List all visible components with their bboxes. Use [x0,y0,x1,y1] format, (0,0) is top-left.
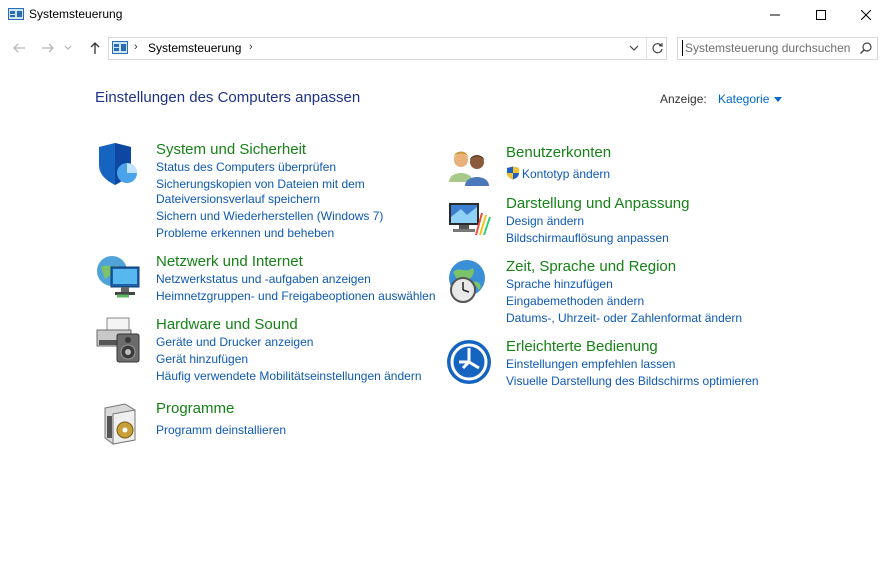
close-icon [861,10,871,20]
category-link[interactable]: Geräte und Drucker anzeigen [156,334,313,350]
arrow-up-icon [90,42,100,54]
view-by-label: Anzeige: [660,92,707,106]
minimize-icon [770,14,780,16]
category-link[interactable]: Einstellungen empfehlen lassen [506,356,675,372]
globe-clock-icon[interactable] [445,258,493,306]
category-link[interactable]: Design ändern [506,213,584,229]
category-title[interactable]: System und Sicherheit [156,141,306,158]
display-palette-icon[interactable] [445,195,493,243]
category-link[interactable]: Netzwerkstatus und -aufgaben anzeigen [156,271,371,287]
category-link[interactable]: Sicherungskopien von Dateien mit dem [156,176,365,192]
shield-icon[interactable] [95,141,143,189]
uac-shield-icon [507,166,519,180]
category-link[interactable]: Gerät hinzufügen [156,351,248,367]
category-link[interactable]: Eingabemethoden ändern [506,293,644,309]
category-title[interactable]: Hardware und Sound [156,316,298,333]
category-link[interactable]: Probleme erkennen und beheben [156,225,334,241]
category-title[interactable]: Darstellung und Anpassung [506,195,689,212]
refresh-button[interactable] [646,38,667,59]
printer-speaker-icon[interactable] [95,316,143,364]
page-title: Einstellungen des Computers anpassen [95,89,361,106]
category-link[interactable]: Sichern und Wiederherstellen (Windows 7) [156,208,383,224]
category-title[interactable]: Zeit, Sprache und Region [506,258,676,275]
up-button[interactable] [85,38,105,58]
category-link[interactable]: Heimnetzgruppen- und Freigabeoptionen au… [156,288,436,304]
category-title[interactable]: Programme [156,400,234,417]
refresh-icon [651,43,663,54]
category-ease-of-access: Erleichterte Bedienung Einstellungen emp… [445,338,845,390]
maximize-icon [816,10,826,20]
programs-box-icon[interactable] [95,400,143,448]
address-bar[interactable]: › Systemsteuerung › [108,37,667,60]
category-link[interactable]: Visuelle Darstellung des Bildschirms opt… [506,373,759,389]
category-link[interactable]: Programm deinstallieren [156,422,286,438]
close-button[interactable] [843,0,889,30]
category-link[interactable]: Kontotyp ändern [522,166,610,182]
maximize-button[interactable] [798,0,844,30]
search-icon[interactable] [859,41,873,55]
search-box[interactable] [677,37,878,60]
ease-of-access-icon[interactable] [445,338,493,386]
category-link[interactable]: Dateiversionsverlauf speichern [156,191,320,207]
category-link[interactable]: Sprache hinzufügen [506,276,613,292]
breadcrumb-separator-icon[interactable]: › [249,41,253,53]
category-network-internet: Netzwerk und Internet Netzwerkstatus und… [95,253,445,305]
arrow-left-icon [13,43,25,53]
category-system-security: System und Sicherheit Status des Compute… [95,141,445,241]
category-title[interactable]: Erleichterte Bedienung [506,338,658,355]
category-link[interactable]: Häufig verwendete Mobilitätseinstellunge… [156,368,422,384]
control-panel-icon [112,41,128,54]
recent-locations-button[interactable] [62,38,74,58]
network-globe-icon[interactable] [95,253,143,301]
category-hardware-sound: Hardware und Sound Geräte und Drucker an… [95,316,445,386]
view-by-value[interactable]: Kategorie [718,92,769,106]
category-link[interactable]: Status des Computers überprüfen [156,159,336,175]
control-panel-icon [8,8,24,20]
category-clock-language-region: Zeit, Sprache und Region Sprache hinzufü… [445,258,845,328]
category-programs: Programme Programm deinstallieren [95,400,445,448]
caret-down-icon [774,97,783,103]
category-link[interactable]: Datums-, Uhrzeit- oder Zahlenformat ände… [506,310,742,326]
breadcrumb-separator-icon[interactable]: › [134,41,138,53]
view-by-dropdown[interactable]: Kategorie [718,92,783,106]
minimize-button[interactable] [752,0,798,30]
category-link[interactable]: Bildschirmauflösung anpassen [506,230,669,246]
search-input[interactable] [682,40,855,56]
navigation-bar: › Systemsteuerung › [0,34,889,62]
users-icon[interactable] [445,144,493,192]
breadcrumb-item[interactable]: Systemsteuerung [148,41,241,55]
forward-button[interactable] [38,38,58,58]
category-appearance: Darstellung und Anpassung Design ändern … [445,195,845,245]
category-title[interactable]: Netzwerk und Internet [156,253,303,270]
category-title[interactable]: Benutzerkonten [506,144,611,161]
arrow-right-icon [42,43,54,53]
category-user-accounts: Benutzerkonten Kontotyp ändern [445,144,845,192]
back-button[interactable] [9,38,29,58]
title-bar: Systemsteuerung [0,0,889,30]
chevron-down-icon[interactable] [627,41,641,55]
window-title: Systemsteuerung [29,7,123,21]
chevron-down-icon [64,45,72,50]
